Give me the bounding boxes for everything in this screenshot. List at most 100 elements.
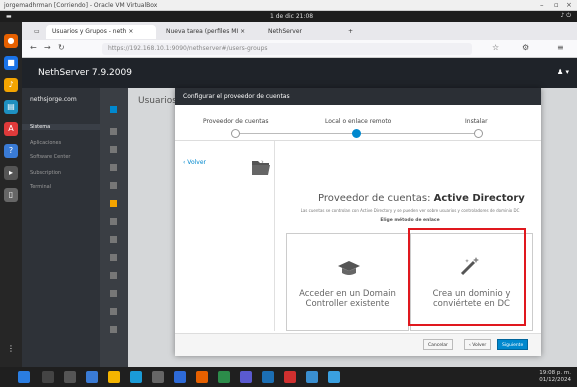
apps-icon[interactable] — [110, 146, 117, 153]
choose-method-label: Elige método de enlace — [380, 218, 440, 223]
software-icon[interactable]: A — [4, 122, 18, 136]
security-icon[interactable] — [110, 218, 117, 225]
chrome-icon[interactable] — [174, 371, 186, 383]
virtualbox-icon[interactable] — [262, 371, 274, 383]
settings-icon[interactable] — [110, 308, 117, 315]
user-menu-icon[interactable]: ♟ ▾ — [557, 68, 569, 76]
pdf-icon[interactable] — [284, 371, 296, 383]
vbox-title: jorgemadhrman [Corriendo] - Oracle VM Vi… — [4, 2, 158, 9]
minimize-icon[interactable]: – — [540, 1, 544, 9]
services-icon[interactable] — [110, 254, 117, 261]
system-tray-icon[interactable]: ♪ ⏻ — [561, 12, 571, 20]
help-icon[interactable]: ? — [4, 144, 18, 158]
card-remote-dc[interactable]: Acceder en un Domain Controller existent… — [286, 233, 409, 331]
network-icon[interactable] — [110, 164, 117, 171]
back-link[interactable]: ‹ Volver — [183, 159, 206, 166]
tab-nethserver[interactable]: NethServer — [262, 25, 342, 39]
selection-highlight-box — [408, 228, 526, 326]
certificates-icon[interactable] — [110, 290, 117, 297]
taskbar-time: 19:08 p. m. — [539, 370, 571, 376]
modal-title: Configurar el proveedor de cuentas — [175, 88, 541, 105]
tab-new-task[interactable]: Nueva tarea (perfiles MI × — [160, 25, 260, 39]
extensions-icon[interactable]: ⚙ — [522, 43, 529, 52]
terminal-icon[interactable]: ▸ — [4, 166, 18, 180]
users-icon[interactable] — [110, 200, 117, 207]
widgets-icon[interactable] — [86, 371, 98, 383]
search-icon[interactable] — [42, 371, 54, 383]
firefox-taskbar-icon[interactable] — [196, 371, 208, 383]
brand-title: NethServer 7.9.2009 — [38, 68, 132, 78]
back-icon[interactable]: ← — [30, 43, 37, 52]
guest-top-bar: ▬ 1 de dic 21:08 ♪ ⏻ — [0, 11, 577, 22]
writer-icon[interactable]: ▤ — [4, 100, 18, 114]
address-bar[interactable]: https://192.168.10.1:9090/nethserver#/us… — [102, 43, 472, 55]
step-install-label: Instalar — [465, 118, 488, 125]
sidebar-item-software[interactable]: Software Center — [30, 154, 70, 160]
sidebar-item-apps[interactable]: Aplicaciones — [30, 140, 61, 146]
browser-tab-bar: ▭ Usuarios y Grupos - neth × Nueva tarea… — [22, 22, 577, 40]
nethserver-icon-strip — [100, 88, 128, 368]
backup-icon[interactable] — [110, 272, 117, 279]
graduation-cap-icon — [338, 261, 360, 275]
guest-clock[interactable]: 1 de dic 21:08 — [270, 13, 313, 20]
app-dock: ● ■ ♪ ▤ A ? ▸ ▯ ⋮ — [0, 22, 22, 367]
explorer-icon[interactable] — [108, 371, 120, 383]
task-view-icon[interactable] — [64, 371, 76, 383]
next-button[interactable]: Siguiente — [497, 339, 529, 350]
step-dot-2 — [352, 129, 361, 138]
sidebar-item-system[interactable]: Sistema — [22, 124, 100, 130]
step-link-label: Local o enlace remoto — [325, 118, 392, 125]
tab-users-groups[interactable]: Usuarios y Grupos - neth × — [46, 25, 156, 39]
dashboard-icon[interactable] — [110, 106, 117, 113]
cancel-button[interactable]: Cancelar — [423, 339, 453, 350]
nethserver-sidebar: nethsjorge.com Sistema Aplicaciones Soft… — [22, 88, 100, 368]
back-button[interactable]: ‹ Volver — [464, 339, 492, 350]
bookmark-icon[interactable]: ☆ — [492, 43, 499, 52]
nethserver-header: NethServer 7.9.2009 ♟ ▾ — [22, 58, 577, 88]
forward-icon[interactable]: → — [44, 43, 51, 52]
files-icon[interactable]: ■ — [4, 56, 18, 70]
app-photos-icon[interactable] — [328, 371, 340, 383]
show-apps-icon[interactable]: ⋮ — [4, 342, 18, 356]
provider-description: Las cuentas se controlan con Active Dire… — [300, 208, 520, 213]
about-icon[interactable] — [110, 326, 117, 333]
card-remote-label: Acceder en un Domain Controller existent… — [299, 289, 396, 309]
app-blue-icon[interactable] — [306, 371, 318, 383]
start-icon[interactable] — [18, 371, 30, 383]
taskbar-clock[interactable]: 19:08 p. m. 01/12/2024 — [539, 370, 571, 384]
disk-icon[interactable]: ▯ — [4, 188, 18, 202]
status-icon[interactable] — [110, 128, 117, 135]
step-dot-1 — [231, 129, 240, 138]
menu-icon[interactable]: ≡ — [557, 43, 564, 52]
provider-name: Active Directory — [433, 193, 525, 204]
storage-icon[interactable] — [110, 182, 117, 189]
app-purple-icon[interactable] — [240, 371, 252, 383]
page-title: Usuarios — [138, 96, 177, 106]
browser-navbar: ← → ↻ https://192.168.10.1:9090/nethserv… — [22, 40, 577, 58]
edge-icon[interactable] — [130, 371, 142, 383]
provider-heading: Proveedor de cuentas: Active Directory — [318, 193, 525, 204]
sidebar-item-terminal[interactable]: Terminal — [30, 184, 51, 190]
modal-footer: Cancelar ‹ Volver Siguiente — [175, 333, 541, 356]
store-icon[interactable] — [152, 371, 164, 383]
close-icon[interactable]: × — [566, 1, 572, 9]
firefox-icon[interactable]: ● — [4, 34, 18, 48]
step-dot-3 — [474, 129, 483, 138]
logs-icon[interactable] — [110, 236, 117, 243]
provider-prefix: Proveedor de cuentas: — [318, 193, 431, 204]
taskbar-date: 01/12/2024 — [539, 377, 571, 383]
activities-button[interactable]: ▬ — [6, 13, 12, 20]
new-tab-icon[interactable]: + — [342, 25, 358, 39]
vbox-titlebar: jorgemadhrman [Corriendo] - Oracle VM Vi… — [0, 0, 577, 11]
tab-list-icon[interactable]: ▭ — [28, 25, 40, 39]
music-icon[interactable]: ♪ — [4, 78, 18, 92]
folder-open-icon — [252, 161, 270, 175]
maximize-icon[interactable]: ▫ — [554, 1, 559, 9]
reload-icon[interactable]: ↻ — [58, 43, 65, 52]
hostname: nethsjorge.com — [30, 96, 77, 103]
step-provider-label: Proveedor de cuentas — [203, 118, 269, 125]
app-green-icon[interactable] — [218, 371, 230, 383]
host-taskbar: 19:08 p. m. 01/12/2024 — [0, 367, 577, 387]
sidebar-item-subscription[interactable]: Subscription — [30, 170, 61, 176]
wizard-steps: Proveedor de cuentas Local o enlace remo… — [175, 105, 541, 141]
